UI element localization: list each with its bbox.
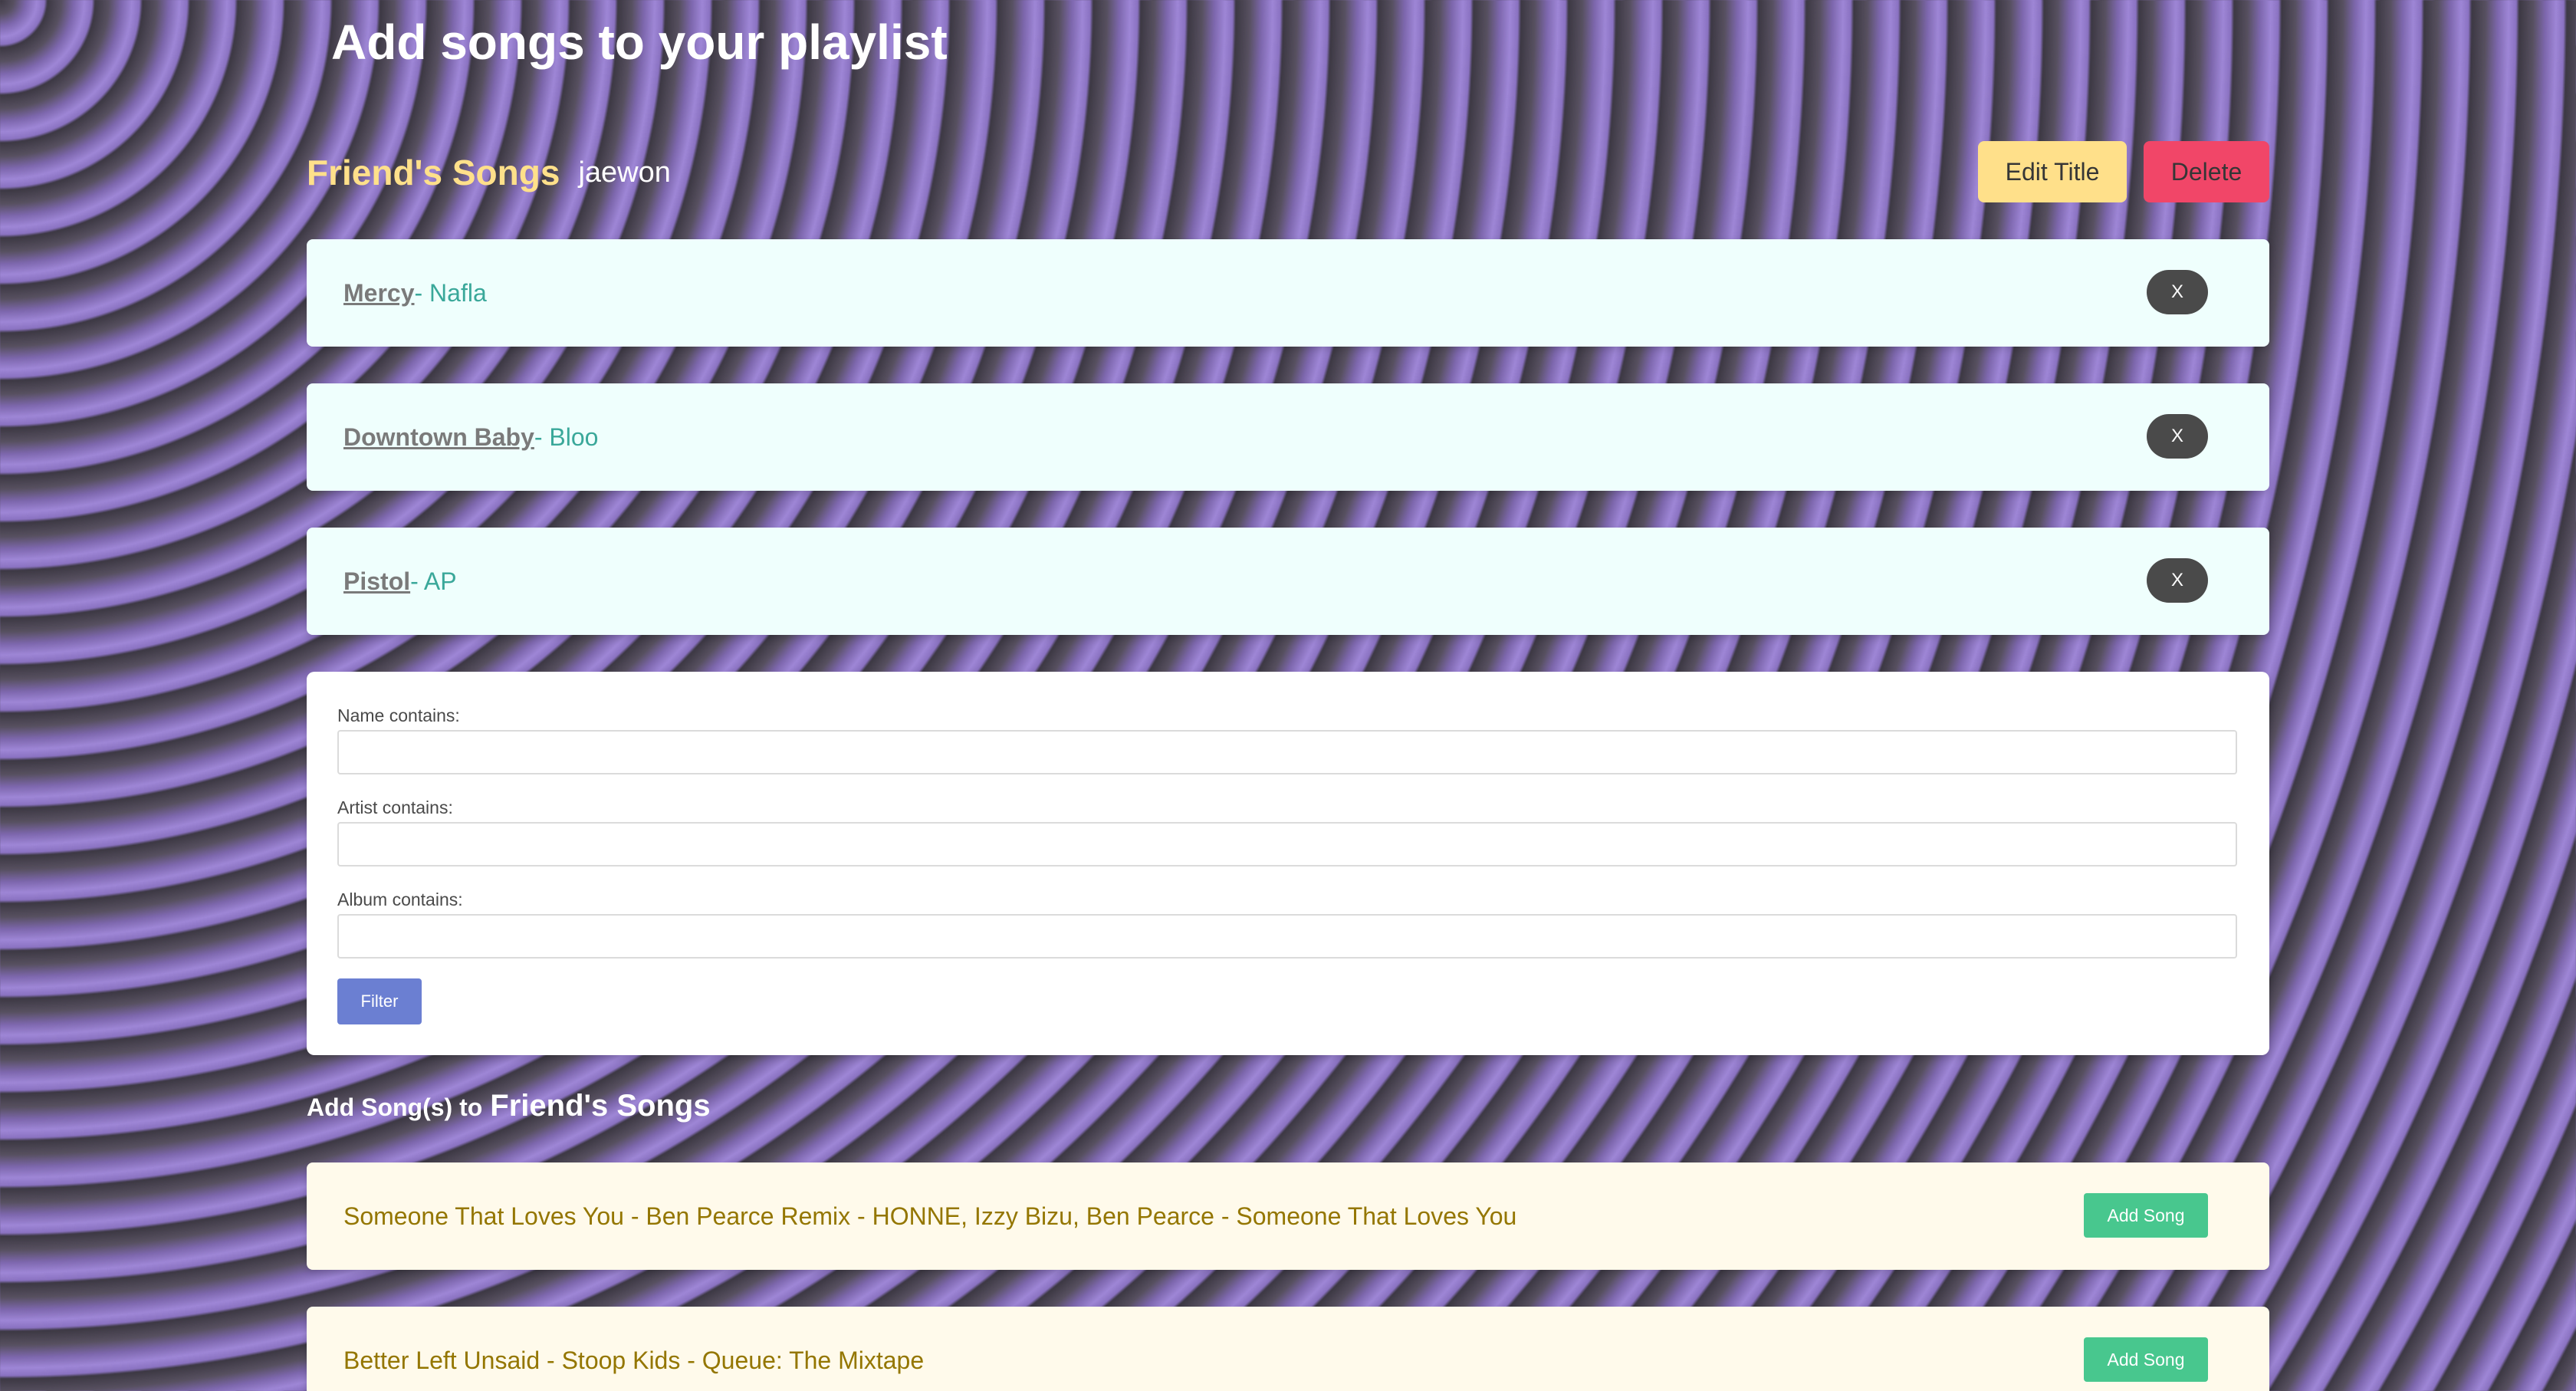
playlist-song-card: Downtown Baby - Bloo X — [307, 383, 2269, 491]
song-name-link[interactable]: Downtown Baby — [343, 423, 534, 452]
search-result-text: Better Left Unsaid - Stoop Kids - Queue:… — [343, 1346, 925, 1374]
filter-button[interactable]: Filter — [337, 978, 422, 1024]
song-name-link[interactable]: Pistol — [343, 567, 410, 596]
search-result-card: Better Left Unsaid - Stoop Kids - Queue:… — [307, 1307, 2269, 1391]
add-songs-heading: Add Song(s) to Friend's Songs — [307, 1089, 711, 1135]
song-info: Downtown Baby - Bloo — [343, 383, 598, 491]
song-info: Mercy - Nafla — [343, 239, 487, 347]
album-filter-label: Album contains: — [337, 890, 463, 909]
artist-filter-input[interactable] — [337, 822, 2237, 866]
add-songs-heading-playlist: Friend's Songs — [490, 1089, 711, 1123]
add-song-button[interactable]: Add Song — [2084, 1193, 2208, 1238]
search-result-card: Someone That Loves You - Ben Pearce Remi… — [307, 1162, 2269, 1270]
song-name-link[interactable]: Mercy — [343, 279, 415, 307]
song-info: Pistol - AP — [343, 528, 457, 635]
search-result-text: Someone That Loves You - Ben Pearce Remi… — [343, 1202, 1517, 1230]
name-filter-input[interactable] — [337, 730, 2237, 774]
song-artist: - AP — [410, 567, 457, 595]
name-filter-label: Name contains: — [337, 705, 460, 725]
song-artist: - Bloo — [534, 423, 599, 451]
playlist-song-card: Pistol - AP X — [307, 528, 2269, 635]
song-artist: - Nafla — [414, 278, 487, 307]
playlist-title: Friend's Songs — [307, 153, 560, 192]
add-songs-heading-prefix: Add Song(s) to — [307, 1093, 483, 1121]
remove-song-button[interactable]: X — [2147, 270, 2208, 314]
remove-song-button[interactable]: X — [2147, 414, 2208, 459]
playlist-owner: jaewon — [578, 156, 671, 189]
edit-title-button[interactable]: Edit Title — [1978, 141, 2127, 202]
playlist-song-card: Mercy - Nafla X — [307, 239, 2269, 347]
playlist-header: Friend's Songs jaewon — [307, 146, 671, 199]
remove-song-button[interactable]: X — [2147, 558, 2208, 603]
page-title: Add songs to your playlist — [331, 15, 948, 70]
artist-filter-label: Artist contains: — [337, 797, 453, 817]
add-song-button[interactable]: Add Song — [2084, 1337, 2208, 1382]
filter-form: Name contains: Artist contains: Album co… — [307, 672, 2269, 1055]
delete-playlist-button[interactable]: Delete — [2144, 141, 2269, 202]
album-filter-input[interactable] — [337, 914, 2237, 959]
